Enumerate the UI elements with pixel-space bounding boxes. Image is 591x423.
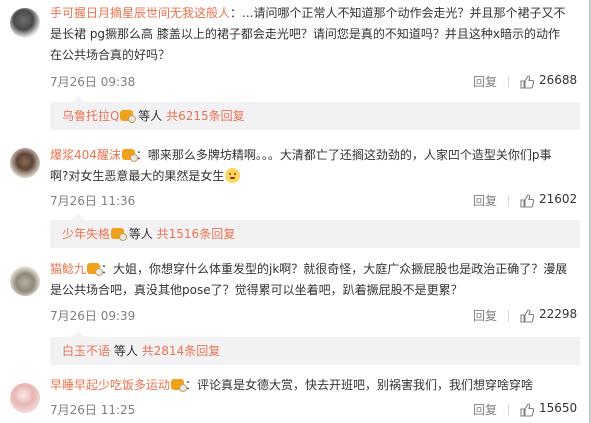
thumbs-up-icon[interactable] — [520, 309, 534, 323]
like-count: 22298 — [539, 307, 578, 321]
divider — [508, 404, 509, 416]
comment-body-line: 是长裙 pg撅那么高 膝盖以上的裙子都会走光吧？请问您是真的不知道吗？并且这种x… — [50, 27, 560, 41]
comment-meta: 7月26日 09:39 回复 22298 — [50, 307, 580, 327]
comment-username[interactable]: 猫鲶九 — [50, 262, 86, 276]
sub-reply-username[interactable]: 白玉不语 — [62, 344, 110, 358]
reply-button[interactable]: 回复 — [473, 192, 497, 209]
comment-text: 猫鲶九 ：大姐，你想穿什么体重发型的jk啊？就很奇怪，大庭广众撅屁股也是政治正确了… — [50, 259, 580, 301]
view-replies-link[interactable]: 共6215条回复 — [166, 109, 245, 123]
comment-meta: 7月26日 11:36 回复 21602 — [50, 192, 580, 212]
like-count: 26688 — [539, 73, 578, 87]
like-count: 15650 — [539, 401, 578, 415]
reply-button[interactable]: 回复 — [473, 401, 497, 418]
comment-meta: 7月26日 11:25 回复 15650 — [50, 401, 580, 421]
divider — [508, 76, 509, 88]
sub-reply-middle: 等人 — [110, 344, 142, 358]
sub-reply-username[interactable]: 少年失格 — [62, 227, 110, 241]
emoji-icon — [225, 168, 241, 183]
comment-meta: 7月26日 09:38 回复 26688 — [50, 73, 580, 93]
thumbs-up-icon[interactable] — [520, 194, 534, 208]
vip-badge-icon — [111, 228, 128, 241]
comment-username[interactable]: 早睡早起少吃饭多运动 — [50, 378, 170, 392]
reply-button[interactable]: 回复 — [473, 307, 497, 324]
avatar[interactable] — [10, 266, 40, 296]
comment-username[interactable]: 手可握日月摘星辰世间无我这般人 — [50, 6, 230, 20]
view-replies-link[interactable]: 共1516条回复 — [157, 227, 236, 241]
vip-badge-icon — [87, 263, 104, 276]
sub-replies-bar[interactable]: 乌鲁托拉Q 等人 共6215条回复 — [50, 96, 580, 130]
avatar[interactable] — [10, 383, 40, 413]
comment-date: 7月26日 11:25 — [50, 403, 136, 417]
sub-reply-middle: 等人 — [125, 227, 157, 241]
thumbs-up-icon[interactable] — [520, 403, 534, 417]
comment-body-line: 是公共场合吧，真没其他pose了？觉得累可以坐着吧，趴着撅屁股不是更累？ — [50, 283, 463, 297]
comment-text: 爆浆404醒沫 ：哪来那么多牌坊精啊。。。大清都亡了还搁这劲劲的，人家凹个造型关你… — [50, 145, 580, 187]
vip-badge-icon — [171, 379, 188, 392]
avatar[interactable] — [10, 8, 40, 38]
comment-body-line: ：哪来那么多牌坊精啊。。。大清都亡了还搁这劲劲的，人家凹个造型关你们p事 — [135, 148, 552, 162]
like-count: 21602 — [539, 192, 578, 206]
sub-reply-username[interactable]: 乌鲁托拉Q — [62, 109, 119, 123]
comment-text: 手可握日月摘星辰世间无我这般人：...请问哪个正常人不知道那个动作会走光？并且那… — [50, 3, 580, 66]
divider — [508, 310, 509, 322]
vip-badge-icon — [120, 110, 137, 123]
sub-reply-middle: 等人 — [134, 109, 167, 123]
comment-body-line: ：大姐，你想穿什么体重发型的jk啊？就很奇怪，大庭广众撅屁股也是政治正确了？漫展 — [101, 262, 568, 276]
comment-body-line: 啊?对女生恶意最大的果然是女生 — [50, 169, 225, 183]
comment-date: 7月26日 09:38 — [50, 75, 136, 89]
thumbs-up-icon[interactable] — [520, 75, 534, 89]
comment-username[interactable]: 爆浆404醒沫 — [50, 148, 121, 162]
view-replies-link[interactable]: 共2814条回复 — [142, 344, 221, 358]
comment-date: 7月26日 11:36 — [50, 194, 136, 208]
comment-body-line: ：...请问哪个正常人不知道那个动作会走光？并且那个裙子又不 — [230, 6, 566, 20]
comment-text: 早睡早起少吃饭多运动 ：评论真是女德大赏，快去开班吧，别祸害我们，我们想穿啥穿啥 — [50, 375, 580, 396]
sub-replies-bar[interactable]: 少年失格 等人 共1516条回复 — [50, 214, 580, 248]
divider — [508, 195, 509, 207]
comment-date: 7月26日 09:39 — [50, 309, 136, 323]
reply-button[interactable]: 回复 — [473, 73, 497, 90]
sub-replies-bar[interactable]: 白玉不语 等人 共2814条回复 — [50, 331, 580, 365]
vip-badge-icon — [121, 149, 138, 162]
comment-body-line: 在公共场合真的好吗？ — [50, 48, 171, 62]
comment-body-line: ：评论真是女德大赏，快去开班吧，别祸害我们，我们想穿啥穿啥 — [185, 378, 534, 392]
avatar[interactable] — [10, 148, 40, 178]
